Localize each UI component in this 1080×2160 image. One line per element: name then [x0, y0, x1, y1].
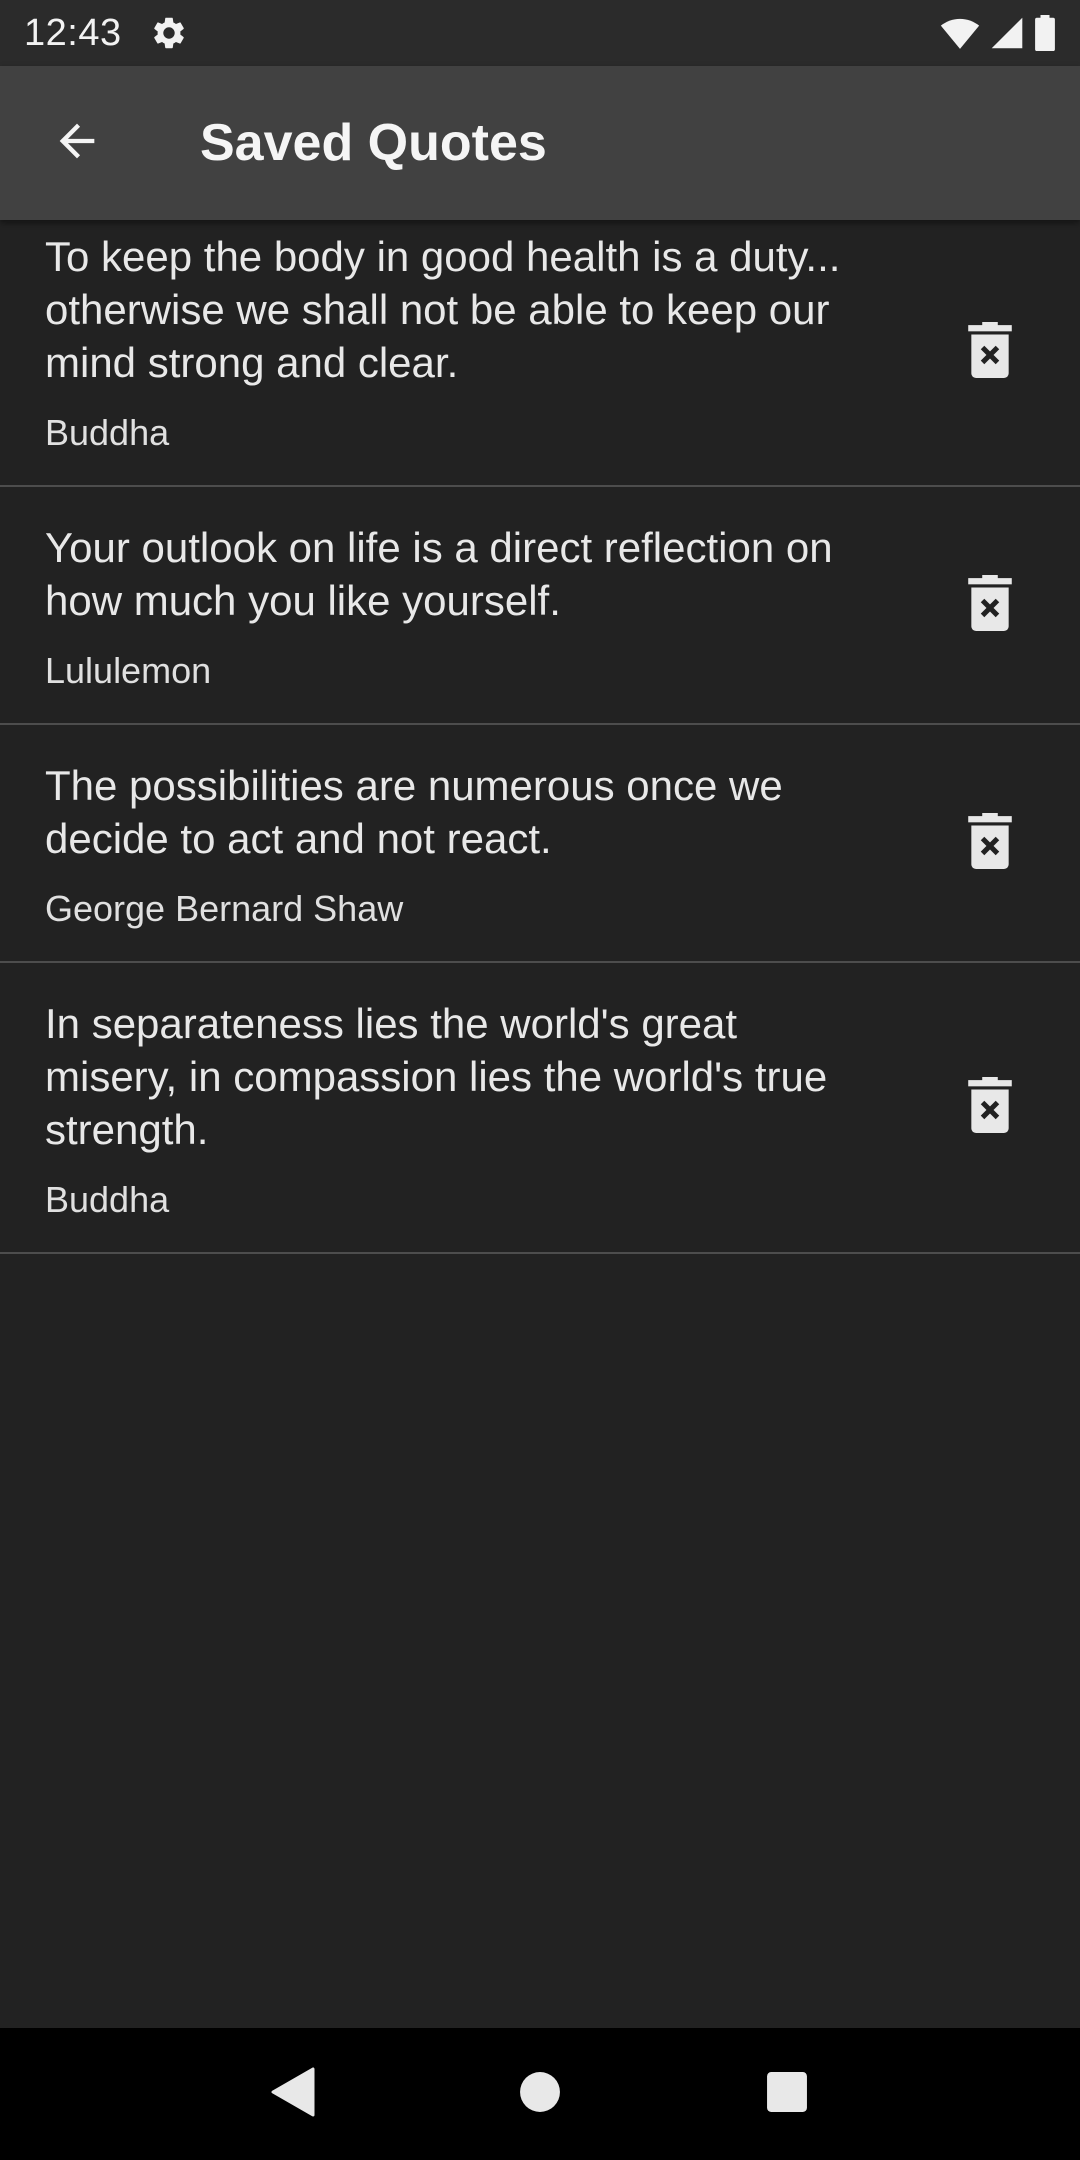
signal-icon	[990, 16, 1024, 50]
delete-button[interactable]	[960, 808, 1020, 878]
delete-icon	[968, 812, 1012, 874]
delete-icon	[968, 322, 1012, 383]
quote-author: Buddha	[45, 1179, 170, 1220]
app-bar: Saved Quotes	[0, 66, 1080, 220]
delete-icon	[968, 1077, 1012, 1138]
quote-author: Buddha	[45, 412, 170, 453]
nav-recents-button[interactable]	[752, 2059, 822, 2129]
gear-icon	[150, 14, 188, 52]
quote-text: To keep the body in good health is a dut…	[45, 233, 841, 386]
quote-item[interactable]: The possibilities are numerous once we d…	[0, 725, 1080, 963]
back-button[interactable]	[0, 66, 154, 220]
delete-button[interactable]	[960, 318, 1020, 388]
quote-author: Lululemon	[45, 650, 212, 691]
status-bar: 12:43	[0, 0, 1080, 66]
status-time: 12:43	[24, 11, 122, 54]
status-indicators	[940, 15, 1056, 51]
delete-icon	[968, 574, 1012, 636]
battery-icon	[1034, 15, 1056, 51]
quote-item[interactable]: To keep the body in good health is a dut…	[0, 220, 1080, 487]
quote-item[interactable]: Your outlook on life is a direct reflect…	[0, 487, 1080, 725]
nav-home-button[interactable]	[505, 2059, 575, 2129]
page-title: Saved Quotes	[200, 114, 547, 172]
quote-text: In separateness lies the world's great m…	[45, 1000, 828, 1153]
delete-button[interactable]	[960, 1073, 1020, 1143]
quote-author: George Bernard Shaw	[45, 888, 404, 929]
navigation-bar	[0, 2028, 1080, 2160]
quote-list[interactable]: To keep the body in good health is a dut…	[0, 220, 1080, 1254]
delete-button[interactable]	[960, 570, 1020, 640]
quote-text: The possibilities are numerous once we d…	[45, 762, 783, 862]
nav-back-button[interactable]	[258, 2059, 328, 2129]
arrow-left-icon	[51, 115, 103, 172]
recents-square-icon	[766, 2071, 808, 2118]
back-triangle-icon	[271, 2067, 315, 2122]
home-circle-icon	[519, 2071, 561, 2118]
quote-item[interactable]: In separateness lies the world's great m…	[0, 963, 1080, 1254]
quote-text: Your outlook on life is a direct reflect…	[45, 524, 833, 624]
wifi-icon	[940, 16, 980, 50]
saved-quotes-screen: 12:43 Saved Quotes To keep the body in g…	[0, 0, 1080, 2160]
